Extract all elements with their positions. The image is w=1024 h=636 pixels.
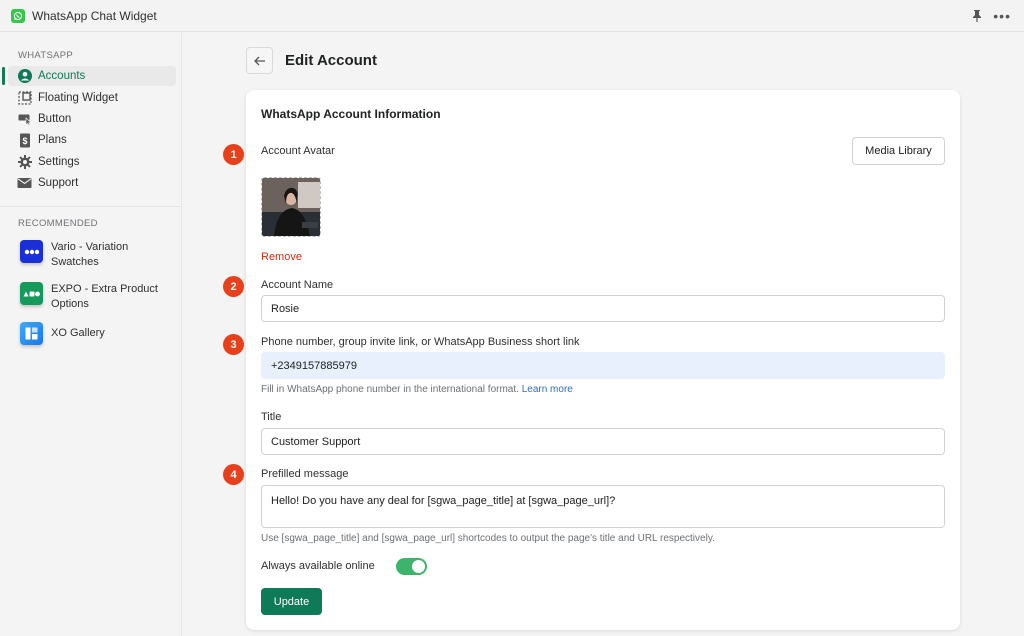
- recommended-app-label: XO Gallery: [51, 327, 105, 339]
- recommended-app-vario[interactable]: Vario - Variation Swatches: [20, 240, 180, 270]
- recommended-app-xo-gallery[interactable]: XO Gallery: [20, 322, 180, 345]
- toggle-knob: [412, 560, 425, 573]
- recommended-app-label: Vario - Variation Swatches: [51, 241, 129, 268]
- xo-gallery-app-icon: [20, 322, 43, 345]
- expo-app-icon: [20, 282, 43, 305]
- user-circle-icon: [17, 69, 32, 84]
- floating-widget-icon: [17, 91, 32, 106]
- sidebar-item-support[interactable]: Support: [8, 173, 176, 193]
- always-online-toggle[interactable]: [396, 558, 427, 575]
- annotation-badge-4: 4: [223, 464, 244, 485]
- sidebar-item-label: Accounts: [38, 70, 86, 82]
- update-button[interactable]: Update: [261, 588, 322, 615]
- sidebar: WHATSAPP Accounts Floating Widget Button…: [0, 33, 182, 636]
- phone-input[interactable]: +2349157885979: [261, 352, 945, 379]
- envelope-icon: [17, 176, 32, 191]
- section-title-recommended: RECOMMENDED: [18, 218, 98, 229]
- svg-text:$: $: [22, 136, 27, 146]
- active-indicator: [2, 67, 5, 85]
- prefilled-message-help: Use [sgwa_page_title] and [sgwa_page_url…: [261, 533, 715, 544]
- annotation-badge-2: 2: [223, 276, 244, 297]
- avatar-label: Account Avatar: [261, 145, 335, 157]
- phone-label: Phone number, group invite link, or What…: [261, 336, 580, 348]
- recommended-app-expo[interactable]: EXPO - Extra Product Options: [20, 282, 180, 312]
- app-title: WhatsApp Chat Widget: [32, 8, 157, 23]
- sidebar-item-label: Settings: [38, 156, 80, 168]
- title-input[interactable]: Customer Support: [261, 428, 945, 455]
- account-avatar-image[interactable]: [261, 177, 321, 237]
- page-title: Edit Account: [285, 52, 377, 69]
- sidebar-item-button[interactable]: Button: [8, 109, 176, 129]
- sidebar-item-label: Support: [38, 177, 79, 189]
- card-title: WhatsApp Account Information: [261, 107, 441, 121]
- sidebar-item-accounts[interactable]: Accounts: [2, 66, 176, 86]
- more-options-icon[interactable]: •••: [993, 9, 1011, 23]
- always-online-label: Always available online: [261, 560, 375, 572]
- sidebar-divider: [0, 206, 181, 207]
- section-title-whatsapp: WHATSAPP: [18, 50, 74, 61]
- vario-app-icon: [20, 240, 43, 263]
- account-name-label: Account Name: [261, 279, 334, 291]
- prefilled-message-label: Prefilled message: [261, 468, 349, 480]
- title-bar: WhatsApp Chat Widget •••: [0, 0, 1024, 32]
- phone-help-label: Fill in WhatsApp phone number in the int…: [261, 384, 519, 395]
- sidebar-item-floating-widget[interactable]: Floating Widget: [8, 88, 176, 108]
- dollar-receipt-icon: $: [17, 133, 32, 148]
- prefilled-message-textarea[interactable]: Hello! Do you have any deal for [sgwa_pa…: [261, 485, 945, 528]
- whatsapp-logo-icon: [11, 8, 25, 23]
- annotation-badge-3: 3: [223, 334, 244, 355]
- gear-icon: [17, 155, 32, 170]
- arrow-left-icon: [253, 56, 265, 65]
- phone-help-text: Fill in WhatsApp phone number in the int…: [261, 384, 573, 395]
- button-cursor-icon: [17, 112, 32, 127]
- annotation-badge-1: 1: [223, 144, 244, 165]
- back-button[interactable]: [246, 47, 273, 74]
- sidebar-item-plans[interactable]: $ Plans: [8, 130, 176, 150]
- pin-icon[interactable]: [971, 9, 983, 23]
- sidebar-item-label: Button: [38, 113, 72, 125]
- media-library-button[interactable]: Media Library: [852, 137, 945, 165]
- title-label: Title: [261, 411, 282, 423]
- remove-avatar-link[interactable]: Remove: [261, 251, 302, 263]
- recommended-app-label: EXPO - Extra Product Options: [51, 283, 158, 310]
- account-name-input[interactable]: Rosie: [261, 295, 945, 322]
- learn-more-link[interactable]: Learn more: [522, 384, 573, 395]
- account-info-card: WhatsApp Account Information Account Ava…: [246, 90, 960, 630]
- sidebar-item-label: Floating Widget: [38, 92, 118, 104]
- sidebar-item-settings[interactable]: Settings: [8, 152, 176, 172]
- sidebar-item-label: Plans: [38, 134, 67, 146]
